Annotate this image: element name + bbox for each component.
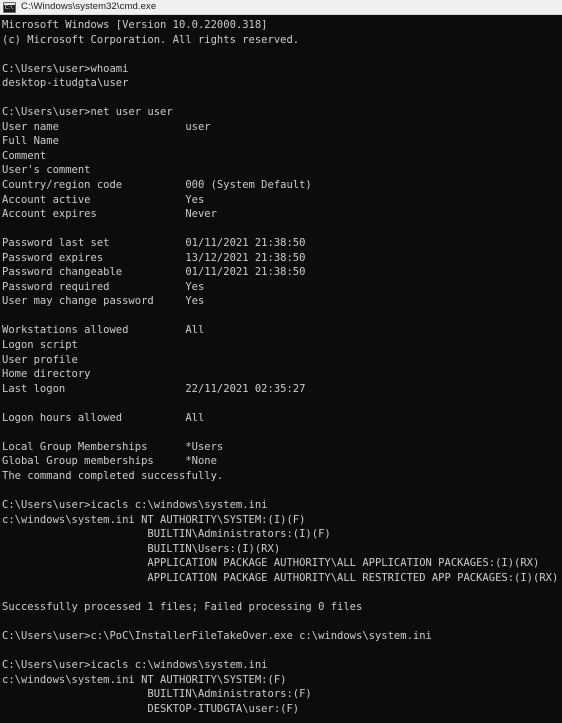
terminal-output: Microsoft Windows [Version 10.0.22000.31… — [2, 19, 559, 715]
cmd-icon-prompt-glyph: C:\ — [5, 5, 13, 11]
window-title: C:\Windows\system32\cmd.exe — [21, 1, 157, 12]
cmd-window: C:\ C:\Windows\system32\cmd.exe Microsof… — [0, 0, 562, 723]
console-area[interactable]: Microsoft Windows [Version 10.0.22000.31… — [0, 15, 562, 723]
title-bar[interactable]: C:\ C:\Windows\system32\cmd.exe — [0, 0, 562, 15]
cmd-icon: C:\ — [3, 1, 16, 13]
